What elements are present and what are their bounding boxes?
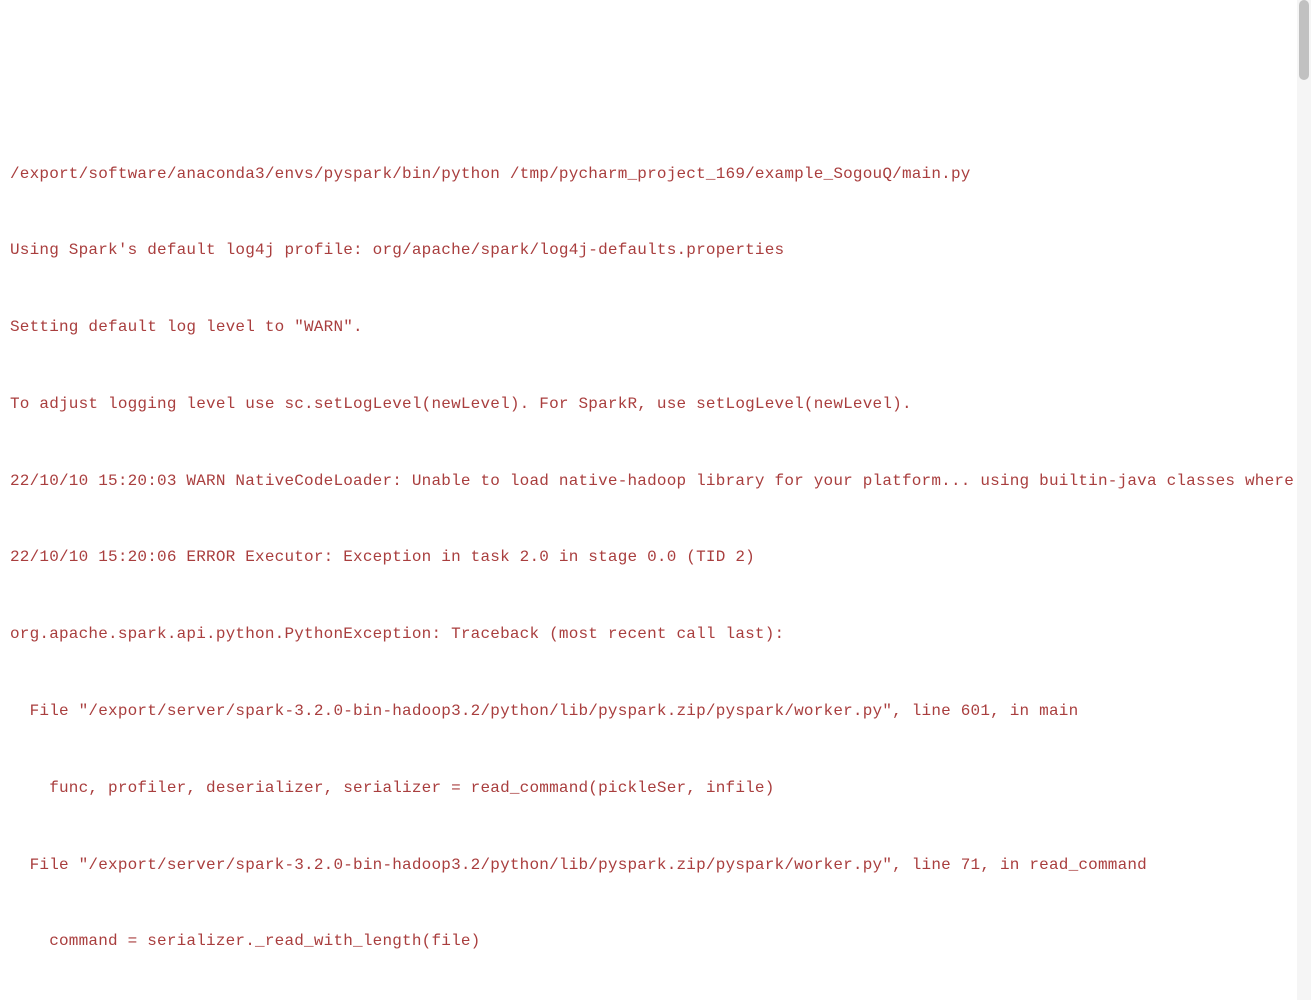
console-line: func, profiler, deserializer, serializer…	[10, 776, 1301, 802]
scrollbar-thumb[interactable]	[1299, 0, 1309, 80]
console-line: command = serializer._read_with_length(f…	[10, 929, 1301, 955]
console-line: 22/10/10 15:20:06 ERROR Executor: Except…	[10, 545, 1301, 571]
console-line: Using Spark's default log4j profile: org…	[10, 238, 1301, 264]
console-line: File "/export/server/spark-3.2.0-bin-had…	[10, 699, 1301, 725]
console-line: org.apache.spark.api.python.PythonExcept…	[10, 622, 1301, 648]
console-line: File "/export/server/spark-3.2.0-bin-had…	[10, 853, 1301, 879]
console-line: /export/software/anaconda3/envs/pyspark/…	[10, 162, 1301, 188]
scrollbar-track[interactable]	[1297, 0, 1311, 1000]
console-line: Setting default log level to "WARN".	[10, 315, 1301, 341]
console-line: 22/10/10 15:20:03 WARN NativeCodeLoader:…	[10, 469, 1301, 495]
console-line: To adjust logging level use sc.setLogLev…	[10, 392, 1301, 418]
console-output: /export/software/anaconda3/envs/pyspark/…	[10, 110, 1301, 1000]
